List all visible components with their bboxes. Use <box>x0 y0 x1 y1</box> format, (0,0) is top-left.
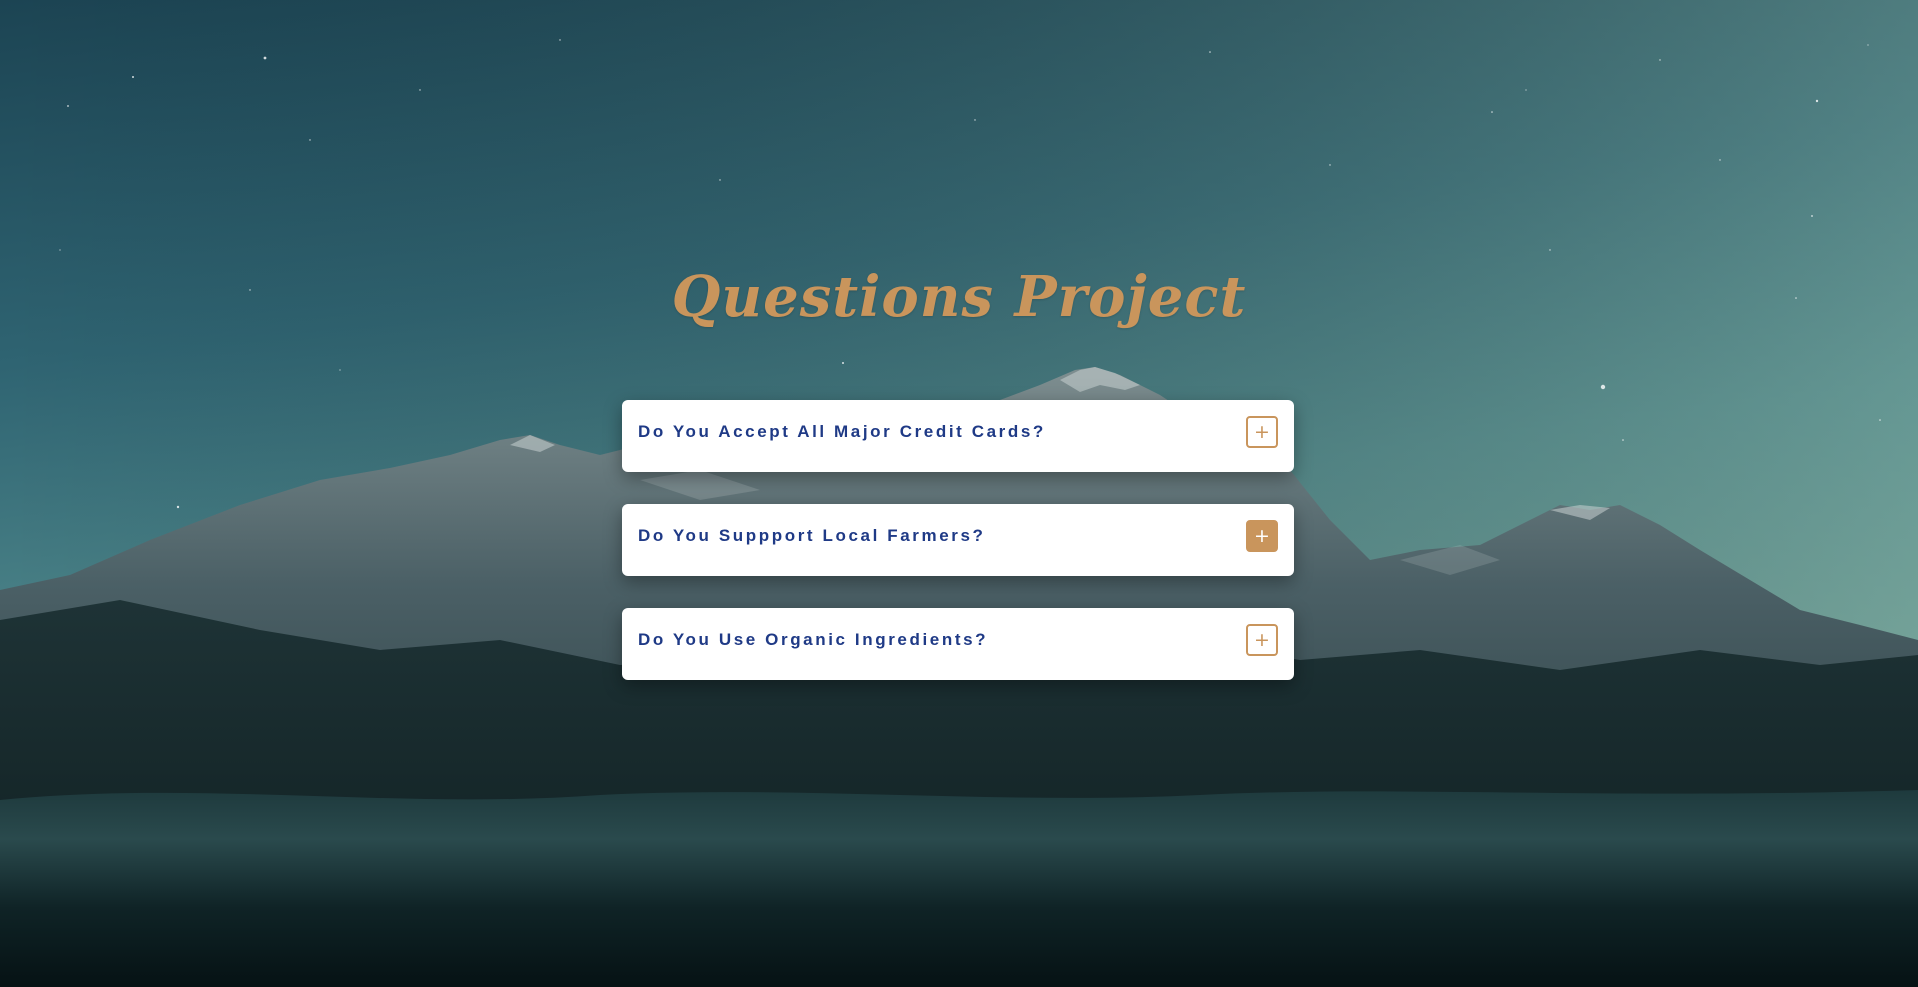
question-card: Do You Use Organic Ingredients? + <box>622 608 1294 680</box>
question-title[interactable]: Do You Accept All Major Credit Cards? <box>638 422 1046 442</box>
main-section: Questions Project Do You Accept All Majo… <box>0 0 1918 987</box>
question-title[interactable]: Do You Use Organic Ingredients? <box>638 630 988 650</box>
plus-icon[interactable]: + <box>1246 520 1278 552</box>
plus-icon[interactable]: + <box>1246 416 1278 448</box>
plus-icon[interactable]: + <box>1246 624 1278 656</box>
question-card: Do You Suppport Local Farmers? + <box>622 504 1294 576</box>
question-card: Do You Accept All Major Credit Cards? + <box>622 400 1294 472</box>
question-title[interactable]: Do You Suppport Local Farmers? <box>638 526 986 546</box>
page-title: Questions Project <box>671 264 1247 330</box>
